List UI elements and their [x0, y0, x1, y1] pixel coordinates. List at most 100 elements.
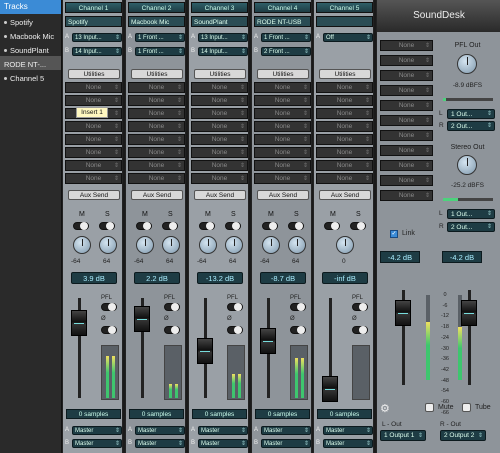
pan-knob-left[interactable]: [262, 236, 280, 254]
insert-slot-7[interactable]: None: [316, 160, 373, 171]
channel-fader[interactable]: [134, 306, 150, 332]
mute-checkbox[interactable]: [425, 403, 434, 412]
utilities-button[interactable]: Utilities: [194, 69, 246, 79]
insert-slot-5[interactable]: None: [254, 134, 311, 145]
output-b-select[interactable]: Master: [261, 438, 311, 448]
solo-toggle[interactable]: [288, 222, 304, 230]
delay-samples[interactable]: 0 samples: [66, 409, 121, 419]
tracks-header[interactable]: Tracks: [0, 0, 61, 14]
pfl-r-output-select[interactable]: 2 Out...: [447, 121, 495, 131]
utilities-button[interactable]: Utilities: [257, 69, 309, 79]
phase-toggle[interactable]: [164, 326, 180, 334]
pan-knob-left[interactable]: [136, 236, 154, 254]
r-out-select[interactable]: 2 Output 2: [440, 430, 486, 441]
master-insert-slot-8[interactable]: None: [380, 145, 433, 156]
master-insert-slot-2[interactable]: None: [380, 55, 433, 66]
tube-checkbox[interactable]: [462, 403, 471, 412]
master-insert-slot-3[interactable]: None: [380, 70, 433, 81]
delay-samples[interactable]: 0 samples: [129, 409, 184, 419]
pan-knob-right[interactable]: [162, 236, 180, 254]
output-a-select[interactable]: Master: [198, 425, 248, 435]
channel-device[interactable]: RODE NT-USB: [254, 16, 311, 27]
master-insert-slot-4[interactable]: None: [380, 85, 433, 96]
output-a-select[interactable]: Master: [261, 425, 311, 435]
pfl-toggle[interactable]: [164, 303, 180, 311]
channel-gain[interactable]: 3.9 dB: [71, 272, 117, 284]
master-insert-slot-11[interactable]: None: [380, 190, 433, 201]
insert-slot-2[interactable]: None: [128, 95, 185, 106]
insert-slot-3[interactable]: None: [254, 108, 311, 119]
utilities-button[interactable]: Utilities: [131, 69, 183, 79]
input-b-select[interactable]: 14 Input...: [72, 46, 122, 56]
output-a-select[interactable]: Master: [72, 425, 122, 435]
master-insert-slot-6[interactable]: None: [380, 115, 433, 126]
phase-toggle[interactable]: [290, 326, 306, 334]
master-insert-slot-9[interactable]: None: [380, 160, 433, 171]
l-out-select[interactable]: 1 Output 1: [380, 430, 426, 441]
aux-send-button[interactable]: Aux Send: [131, 190, 183, 200]
mute-toggle[interactable]: [262, 222, 278, 230]
pfl-l-output-select[interactable]: 1 Out...: [447, 109, 495, 119]
master-insert-slot-1[interactable]: None: [380, 40, 433, 51]
channel-name[interactable]: Channel 3: [191, 2, 248, 13]
insert-slot-8[interactable]: None: [128, 173, 185, 184]
stereo-r-output-select[interactable]: 2 Out...: [447, 222, 495, 232]
master-gain-left[interactable]: -4.2 dB: [380, 251, 420, 263]
sidebar-item-rode[interactable]: RODE NT-...: [0, 56, 61, 70]
utilities-button[interactable]: Utilities: [319, 69, 371, 79]
output-a-select[interactable]: Master: [135, 425, 185, 435]
insert-slot-1[interactable]: None: [191, 82, 248, 93]
utilities-button[interactable]: Utilities: [68, 69, 120, 79]
mute-toggle[interactable]: [73, 222, 89, 230]
insert-slot-7[interactable]: None: [191, 160, 248, 171]
channel-fader[interactable]: [197, 338, 213, 364]
channel-fader[interactable]: [260, 328, 276, 354]
pfl-toggle[interactable]: [227, 303, 243, 311]
insert-slot-1[interactable]: None: [65, 82, 122, 93]
insert-slot-5[interactable]: None: [128, 134, 185, 145]
aux-send-button[interactable]: Aux Send: [68, 190, 120, 200]
master-gain-right[interactable]: -4.2 dB: [442, 251, 482, 263]
output-b-select[interactable]: Master: [72, 438, 122, 448]
insert-slot-1[interactable]: None: [128, 82, 185, 93]
insert-slot-3[interactable]: None: [128, 108, 185, 119]
master-fader-right[interactable]: [461, 300, 477, 326]
aux-send-button[interactable]: Aux Send: [257, 190, 309, 200]
mute-toggle[interactable]: [199, 222, 215, 230]
insert-slot-1[interactable]: None: [316, 82, 373, 93]
input-b-select[interactable]: 14 Input...: [198, 46, 248, 56]
insert-slot-7[interactable]: None: [128, 160, 185, 171]
insert-slot-8[interactable]: None: [254, 173, 311, 184]
link-checkbox[interactable]: ✓: [390, 230, 398, 238]
input-a-select[interactable]: 13 Input...: [198, 32, 248, 42]
pan-knob[interactable]: [336, 236, 354, 254]
pan-knob-right[interactable]: [99, 236, 117, 254]
output-a-select[interactable]: Master: [323, 425, 373, 435]
channel-gain[interactable]: 2.2 dB: [134, 272, 180, 284]
settings-gear-icon[interactable]: ⚙: [380, 402, 390, 415]
insert-slot-8[interactable]: None: [65, 173, 122, 184]
insert-slot-8[interactable]: None: [191, 173, 248, 184]
insert-slot-6[interactable]: None: [316, 147, 373, 158]
solo-toggle[interactable]: [350, 222, 366, 230]
input-a-select[interactable]: 1 Front ...: [135, 32, 185, 42]
pfl-toggle[interactable]: [352, 303, 368, 311]
input-b-select[interactable]: 1 Front ...: [135, 46, 185, 56]
channel-fader[interactable]: [322, 376, 338, 402]
insert-slot-6[interactable]: None: [191, 147, 248, 158]
pfl-out-knob[interactable]: [457, 54, 477, 74]
insert-slot-1[interactable]: None: [254, 82, 311, 93]
pfl-toggle[interactable]: [290, 303, 306, 311]
insert-slot-5[interactable]: None: [316, 134, 373, 145]
insert-slot-8[interactable]: None: [316, 173, 373, 184]
channel-device[interactable]: [316, 16, 373, 27]
insert-slot-3[interactable]: None: [316, 108, 373, 119]
channel-name[interactable]: Channel 4: [254, 2, 311, 13]
insert-slot-2[interactable]: None: [65, 95, 122, 106]
master-insert-slot-5[interactable]: None: [380, 100, 433, 111]
pan-knob-left[interactable]: [199, 236, 217, 254]
mute-toggle[interactable]: [324, 222, 340, 230]
master-insert-slot-10[interactable]: None: [380, 175, 433, 186]
insert-slot-6[interactable]: None: [128, 147, 185, 158]
insert-slot-2[interactable]: None: [316, 95, 373, 106]
